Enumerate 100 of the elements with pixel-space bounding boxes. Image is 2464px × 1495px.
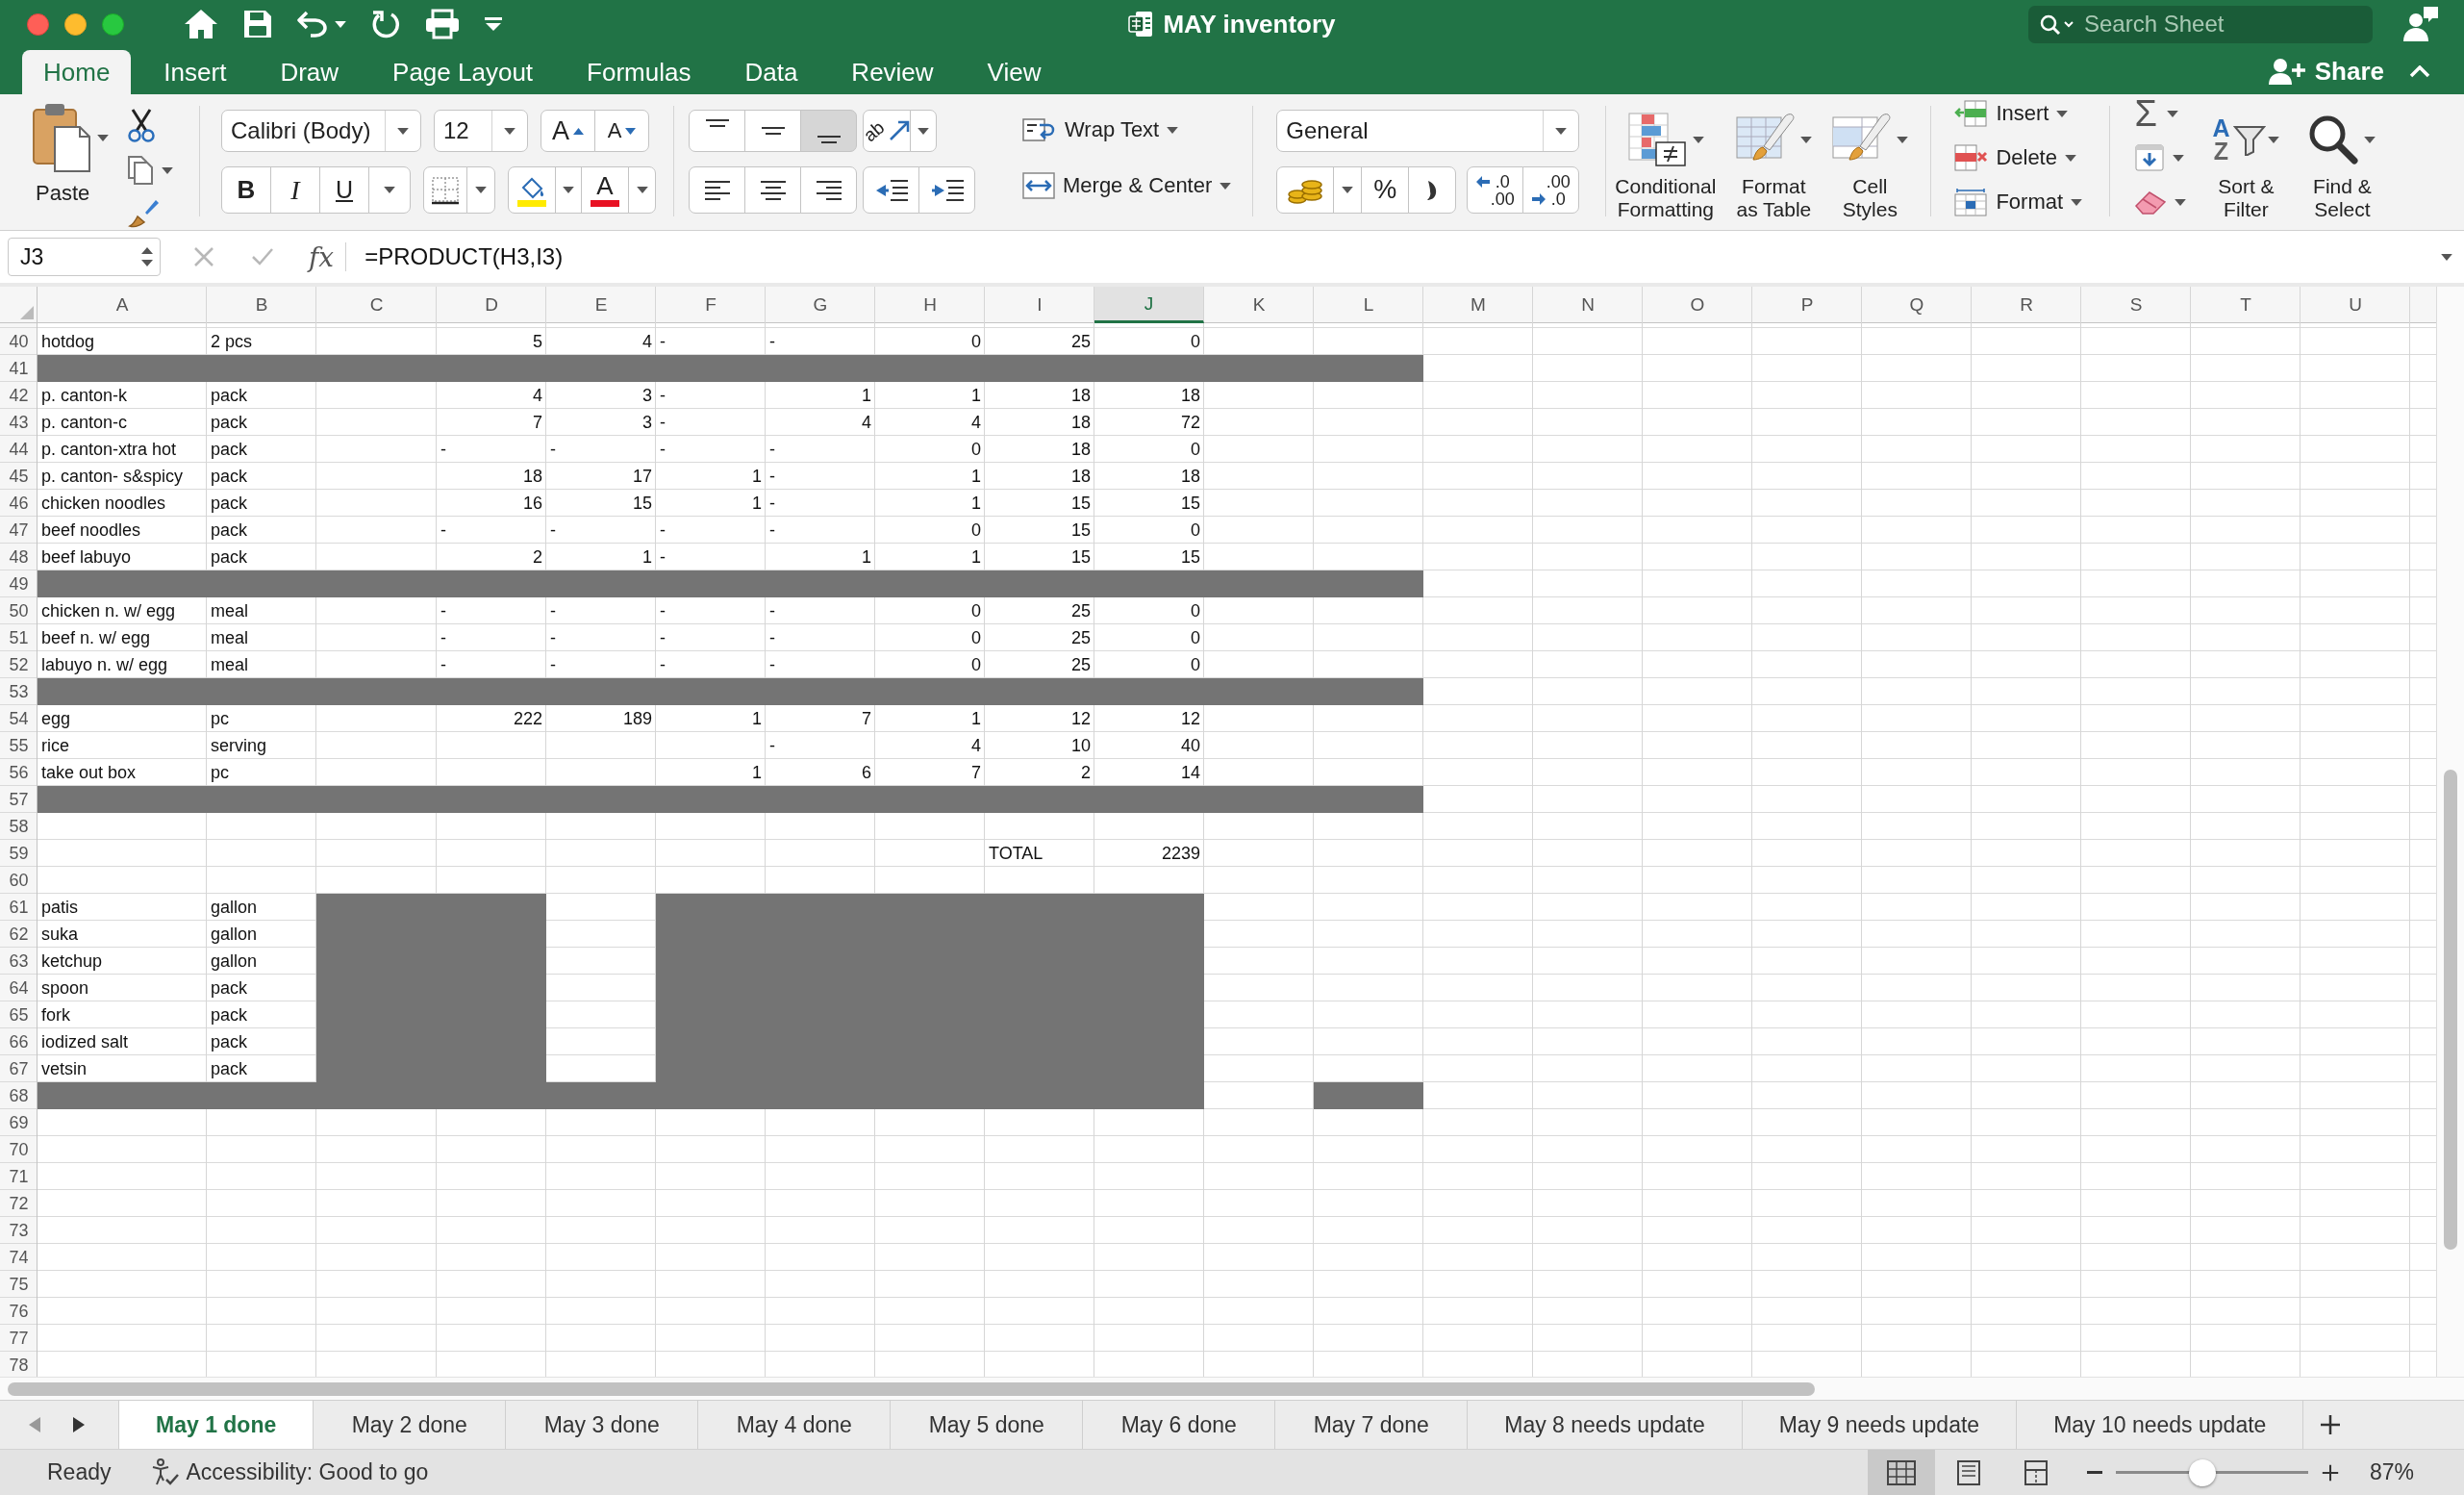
column-header[interactable]: B bbox=[207, 287, 316, 323]
copy-icon[interactable] bbox=[127, 155, 154, 186]
chevron-up-icon[interactable] bbox=[2409, 64, 2430, 78]
align-right-button[interactable] bbox=[800, 166, 857, 214]
caret-icon[interactable] bbox=[97, 134, 109, 141]
row-header[interactable]: 46 bbox=[0, 490, 38, 517]
caret-icon[interactable] bbox=[563, 187, 574, 193]
borders-dropdown-button[interactable] bbox=[466, 166, 495, 214]
column-header[interactable]: F bbox=[656, 287, 766, 323]
align-lines-icon[interactable] bbox=[816, 180, 842, 200]
scrollbar-thumb[interactable] bbox=[2444, 770, 2457, 1250]
paintbrush-icon[interactable] bbox=[127, 198, 160, 229]
wrap-text-button[interactable]: Wrap Text bbox=[1022, 113, 1232, 147]
row-header[interactable]: 77 bbox=[0, 1325, 38, 1352]
top-align-button[interactable] bbox=[689, 110, 745, 152]
caret-icon[interactable] bbox=[2268, 136, 2280, 143]
clipboard-icon[interactable] bbox=[32, 102, 91, 173]
ribbon-tab[interactable]: Data bbox=[723, 50, 819, 94]
column-header[interactable]: C bbox=[316, 287, 437, 323]
accounting-format-button[interactable] bbox=[1276, 166, 1335, 214]
stepper-icon[interactable] bbox=[140, 246, 154, 267]
column-header[interactable]: M bbox=[1423, 287, 1533, 323]
font-color-button[interactable]: A bbox=[581, 166, 629, 214]
grid-icon[interactable] bbox=[1886, 1459, 1916, 1485]
caret-icon[interactable] bbox=[1692, 136, 1704, 143]
caret-icon[interactable] bbox=[636, 187, 648, 193]
delete-cells-button[interactable]: Delete bbox=[1953, 140, 2092, 175]
percent-style-button[interactable]: % bbox=[1361, 166, 1410, 214]
caret-icon[interactable] bbox=[335, 20, 346, 28]
customize-toolbar-icon[interactable] bbox=[485, 17, 502, 31]
row-header[interactable]: 78 bbox=[0, 1352, 38, 1377]
row-header[interactable]: 71 bbox=[0, 1163, 38, 1190]
font-name-dropdown[interactable]: Calibri (Body) bbox=[221, 110, 421, 152]
format-cells-icon[interactable] bbox=[1953, 188, 1989, 216]
caret-icon[interactable] bbox=[504, 127, 515, 135]
normal-view-button[interactable] bbox=[1867, 1450, 1935, 1495]
column-header[interactable]: Q bbox=[1862, 287, 1972, 323]
format-cells-button[interactable]: Format bbox=[1953, 185, 2092, 219]
up-triangle-icon[interactable] bbox=[573, 127, 584, 135]
funnel-icon[interactable] bbox=[2233, 123, 2267, 156]
orientation-dropdown-button[interactable] bbox=[910, 110, 937, 152]
underline-button[interactable]: U bbox=[319, 166, 369, 214]
caret-icon[interactable] bbox=[475, 187, 487, 193]
save-icon[interactable] bbox=[243, 10, 272, 38]
font-color-dropdown-button[interactable] bbox=[628, 166, 656, 214]
delete-cells-icon[interactable] bbox=[1953, 143, 1989, 172]
comma-style-button[interactable] bbox=[1408, 166, 1457, 214]
row-header[interactable]: 60 bbox=[0, 867, 38, 894]
zoom-out-icon[interactable] bbox=[2086, 1471, 2102, 1474]
page-break-icon[interactable] bbox=[2024, 1459, 2048, 1485]
sheet-tab[interactable]: May 1 done bbox=[118, 1401, 314, 1449]
column-header[interactable]: R bbox=[1972, 287, 2081, 323]
insert-cells-button[interactable]: Insert bbox=[1953, 96, 2092, 131]
center-button[interactable] bbox=[744, 166, 801, 214]
minimize-window-icon[interactable] bbox=[64, 13, 87, 36]
conditional-formatting-button[interactable]: Conditional Formatting bbox=[1612, 94, 1720, 221]
caret-icon[interactable] bbox=[1555, 127, 1568, 135]
caret-icon[interactable] bbox=[1167, 126, 1179, 134]
row-header[interactable]: 56 bbox=[0, 759, 38, 786]
row-header[interactable]: 54 bbox=[0, 705, 38, 732]
row-header[interactable]: 49 bbox=[0, 570, 38, 597]
row-header[interactable]: 50 bbox=[0, 597, 38, 624]
align-lines-icon[interactable] bbox=[704, 180, 730, 200]
increase-indent-icon[interactable] bbox=[930, 179, 964, 201]
borders-button[interactable] bbox=[423, 166, 467, 214]
scissors-icon[interactable] bbox=[127, 108, 156, 142]
insert-function-button[interactable]: fx bbox=[309, 241, 335, 273]
align-lines-icon[interactable] bbox=[760, 180, 786, 200]
redo-icon[interactable] bbox=[371, 9, 400, 39]
row-header[interactable]: 73 bbox=[0, 1217, 38, 1244]
decrease-indent-icon[interactable] bbox=[874, 179, 908, 201]
column-header[interactable]: D bbox=[437, 287, 546, 323]
row-header[interactable]: 76 bbox=[0, 1298, 38, 1325]
column-header[interactable]: A bbox=[38, 287, 207, 323]
font-color-bar-icon[interactable] bbox=[591, 200, 619, 207]
row-header[interactable]: 45 bbox=[0, 463, 38, 490]
row-header[interactable]: 41 bbox=[0, 355, 38, 382]
font-size-dropdown[interactable]: 12 bbox=[434, 110, 528, 152]
align-left-button[interactable] bbox=[689, 166, 745, 214]
column-header[interactable]: S bbox=[2081, 287, 2191, 323]
increase-font-size-button[interactable]: A bbox=[541, 110, 595, 152]
paste-button[interactable]: Paste bbox=[32, 102, 109, 229]
page-icon[interactable] bbox=[1956, 1459, 1980, 1485]
ribbon-tab[interactable]: View bbox=[966, 50, 1063, 94]
diagonal-arrow-icon[interactable] bbox=[888, 120, 910, 141]
row-header[interactable]: 57 bbox=[0, 786, 38, 813]
row-header[interactable]: 53 bbox=[0, 678, 38, 705]
comma-style-icon[interactable] bbox=[1426, 179, 1439, 201]
increase-decimal-button[interactable]: .0 .00 bbox=[1467, 166, 1524, 214]
row-header[interactable]: 75 bbox=[0, 1271, 38, 1298]
decrease-font-size-button[interactable]: A bbox=[594, 110, 649, 152]
ribbon-tab[interactable]: Review bbox=[830, 50, 955, 94]
row-header[interactable]: 58 bbox=[0, 813, 38, 840]
column-header[interactable]: K bbox=[1204, 287, 1314, 323]
right-triangle-icon[interactable] bbox=[73, 1417, 85, 1432]
column-header[interactable]: G bbox=[766, 287, 875, 323]
row-header[interactable]: 65 bbox=[0, 1001, 38, 1028]
row-header[interactable]: 59 bbox=[0, 840, 38, 867]
borders-icon[interactable] bbox=[431, 175, 460, 205]
middle-align-button[interactable] bbox=[744, 110, 801, 152]
